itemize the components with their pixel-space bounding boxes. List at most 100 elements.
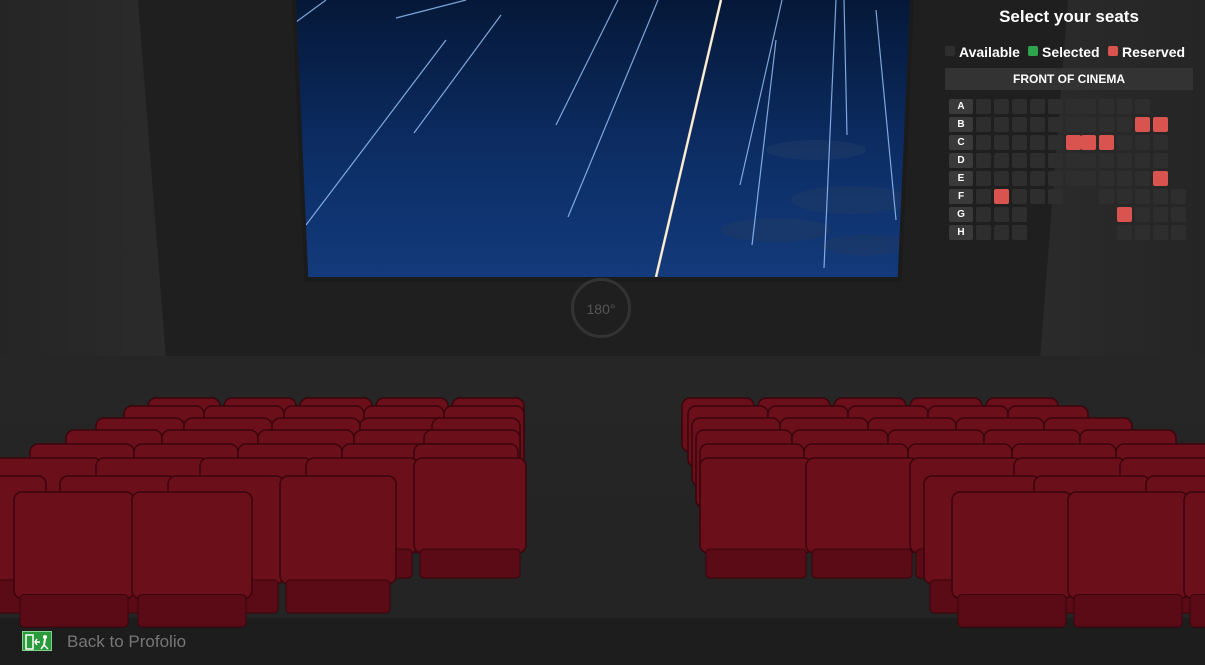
panel-title: Select your seats <box>999 7 1139 26</box>
seat-available[interactable] <box>1030 153 1045 168</box>
seat-legend: Available Selected Reserved <box>945 43 1193 61</box>
row-label: A <box>949 99 973 114</box>
seat-available[interactable] <box>1081 171 1096 186</box>
seat-available[interactable] <box>1099 189 1114 204</box>
seat-available[interactable] <box>1135 153 1150 168</box>
seat-available[interactable] <box>1012 99 1027 114</box>
seat-available[interactable] <box>994 207 1009 222</box>
seat-available[interactable] <box>1135 171 1150 186</box>
seat-available[interactable] <box>1030 99 1045 114</box>
seat-available[interactable] <box>976 135 991 150</box>
seat-available[interactable] <box>1135 189 1150 204</box>
seat-available[interactable] <box>1012 171 1027 186</box>
seat-available[interactable] <box>1171 207 1186 222</box>
seat-available[interactable] <box>994 135 1009 150</box>
seat-available[interactable] <box>1117 153 1132 168</box>
front-of-cinema-label: FRONT OF CINEMA <box>945 68 1193 90</box>
seat-map: ABCDEFGH <box>945 96 1193 246</box>
seat-reserved <box>1099 135 1114 150</box>
seat-available[interactable] <box>1081 153 1096 168</box>
meteor-shower-image <box>296 0 910 277</box>
row-label: D <box>949 153 973 168</box>
seat-available[interactable] <box>1048 153 1063 168</box>
seat-available[interactable] <box>976 171 991 186</box>
seat-available[interactable] <box>1171 189 1186 204</box>
seat-available[interactable] <box>1012 189 1027 204</box>
seat-available[interactable] <box>976 99 991 114</box>
seat-selection-panel: Select your seats Available Selected Res… <box>945 0 1193 250</box>
seat-available[interactable] <box>994 99 1009 114</box>
row-label: B <box>949 117 973 132</box>
row-label: F <box>949 189 973 204</box>
seat-available[interactable] <box>1066 117 1081 132</box>
seat-available[interactable] <box>994 117 1009 132</box>
seat-available[interactable] <box>1081 99 1096 114</box>
seat-reserved <box>1153 171 1168 186</box>
seat-available[interactable] <box>1012 117 1027 132</box>
seat-available[interactable] <box>1012 207 1027 222</box>
seat-available[interactable] <box>1066 171 1081 186</box>
seat-available[interactable] <box>1153 225 1168 240</box>
seat-reserved <box>1135 117 1150 132</box>
seat-available[interactable] <box>1012 225 1027 240</box>
seat-available[interactable] <box>1030 135 1045 150</box>
seat-available[interactable] <box>994 171 1009 186</box>
seat-available[interactable] <box>1117 171 1132 186</box>
seat-available[interactable] <box>1030 117 1045 132</box>
seat-available[interactable] <box>1117 99 1132 114</box>
seat-available[interactable] <box>1030 171 1045 186</box>
seat-available[interactable] <box>1099 117 1114 132</box>
seat-available[interactable] <box>1048 189 1063 204</box>
seat-available[interactable] <box>1099 171 1114 186</box>
seat-available[interactable] <box>1153 135 1168 150</box>
seat-available[interactable] <box>994 225 1009 240</box>
row-label: E <box>949 171 973 186</box>
seat-available[interactable] <box>1066 99 1081 114</box>
seat-reserved <box>1066 135 1081 150</box>
rotate-label: 180° <box>586 301 616 317</box>
seat-available[interactable] <box>1135 135 1150 150</box>
available-swatch <box>945 46 955 56</box>
seat-available[interactable] <box>1048 135 1063 150</box>
seat-available[interactable] <box>1117 117 1132 132</box>
legend-label: Available <box>959 44 1020 60</box>
seat-available[interactable] <box>1048 99 1063 114</box>
seat-available[interactable] <box>1135 99 1150 114</box>
seat-available[interactable] <box>994 153 1009 168</box>
seat-reserved <box>1117 207 1132 222</box>
seat-available[interactable] <box>1012 135 1027 150</box>
emergency-exit-icon <box>22 631 52 651</box>
seat-available[interactable] <box>1066 153 1081 168</box>
selected-swatch <box>1028 46 1038 56</box>
seat-available[interactable] <box>976 117 991 132</box>
seat-available[interactable] <box>1012 153 1027 168</box>
seat-available[interactable] <box>1030 189 1045 204</box>
seat-available[interactable] <box>1048 171 1063 186</box>
seat-available[interactable] <box>976 207 991 222</box>
seat-available[interactable] <box>1153 189 1168 204</box>
seat-available[interactable] <box>1153 153 1168 168</box>
seat-available[interactable] <box>976 225 991 240</box>
seat-available[interactable] <box>1135 207 1150 222</box>
row-label: G <box>949 207 973 222</box>
seat-available[interactable] <box>1153 207 1168 222</box>
row-label: C <box>949 135 973 150</box>
seat-reserved <box>1153 117 1168 132</box>
seat-available[interactable] <box>1048 117 1063 132</box>
seat-available[interactable] <box>1099 99 1114 114</box>
seat-available[interactable] <box>1171 225 1186 240</box>
seat-reserved <box>1081 135 1096 150</box>
seat-available[interactable] <box>976 189 991 204</box>
seat-available[interactable] <box>1117 189 1132 204</box>
cinema-screen <box>296 0 910 277</box>
reserved-swatch <box>1108 46 1118 56</box>
seat-available[interactable] <box>1117 225 1132 240</box>
seat-available[interactable] <box>976 153 991 168</box>
seat-available[interactable] <box>1081 117 1096 132</box>
rotate-180-button[interactable]: 180° <box>571 278 631 338</box>
seat-available[interactable] <box>1099 153 1114 168</box>
legend-label: Reserved <box>1122 44 1186 60</box>
seat-available[interactable] <box>1135 225 1150 240</box>
seat-available[interactable] <box>1117 135 1132 150</box>
row-label: H <box>949 225 973 240</box>
